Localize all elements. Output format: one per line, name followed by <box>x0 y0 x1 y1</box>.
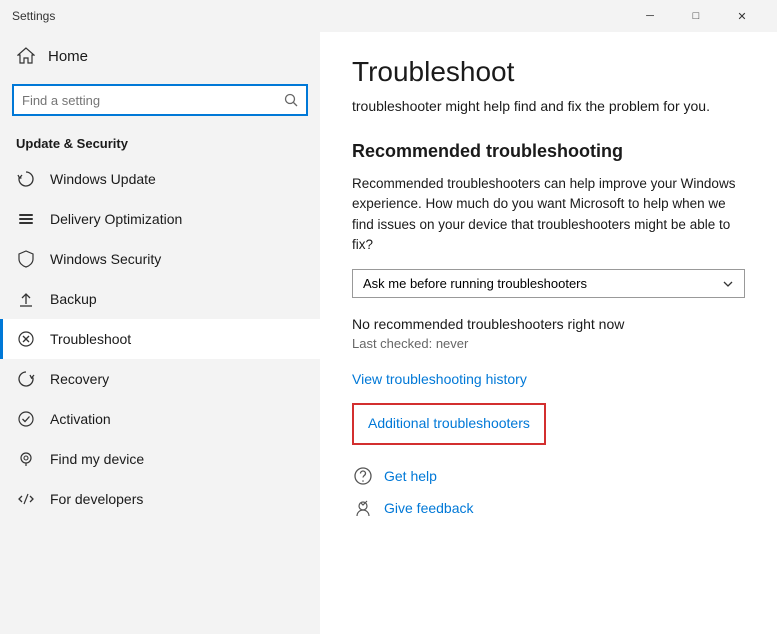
sidebar-item-for-developers[interactable]: For developers <box>0 479 320 519</box>
recovery-label: Recovery <box>50 371 109 387</box>
sidebar-item-troubleshoot[interactable]: Troubleshoot <box>0 319 320 359</box>
give-feedback-link[interactable]: Give feedback <box>384 500 474 516</box>
titlebar-controls: ─ □ ✕ <box>627 0 765 32</box>
give-feedback-item: Give feedback <box>352 497 745 519</box>
get-help-item: Get help <box>352 465 745 487</box>
sidebar: Home Update & Security Windows Update <box>0 32 320 634</box>
dropdown-value: Ask me before running troubleshooters <box>363 276 587 291</box>
main-layout: Home Update & Security Windows Update <box>0 32 777 634</box>
troubleshooter-dropdown[interactable]: Ask me before running troubleshooters <box>352 269 745 298</box>
search-box <box>12 84 308 116</box>
sidebar-item-windows-update[interactable]: Windows Update <box>0 159 320 199</box>
sidebar-item-windows-security[interactable]: Windows Security <box>0 239 320 279</box>
sidebar-item-activation[interactable]: Activation <box>0 399 320 439</box>
titlebar-title: Settings <box>12 9 627 23</box>
page-title: Troubleshoot <box>352 56 745 88</box>
get-help-icon <box>352 465 374 487</box>
backup-label: Backup <box>50 291 97 307</box>
view-history-link[interactable]: View troubleshooting history <box>352 371 745 387</box>
recovery-icon <box>16 369 36 389</box>
home-label: Home <box>48 48 88 65</box>
sidebar-item-backup[interactable]: Backup <box>0 279 320 319</box>
additional-troubleshooters-box[interactable]: Additional troubleshooters <box>352 403 546 445</box>
recommended-heading: Recommended troubleshooting <box>352 141 745 162</box>
no-recommended-text: No recommended troubleshooters right now <box>352 316 745 332</box>
home-icon <box>16 46 36 66</box>
chevron-down-icon <box>722 278 734 290</box>
backup-icon <box>16 289 36 309</box>
content-subtitle: troubleshooter might help find and fix t… <box>352 96 745 117</box>
titlebar: Settings ─ □ ✕ <box>0 0 777 32</box>
minimize-button[interactable]: ─ <box>627 0 673 32</box>
close-button[interactable]: ✕ <box>719 0 765 32</box>
activation-label: Activation <box>50 411 111 427</box>
recommended-description: Recommended troubleshooters can help imp… <box>352 174 745 255</box>
troubleshoot-icon <box>16 329 36 349</box>
sidebar-item-delivery-optimization[interactable]: Delivery Optimization <box>0 199 320 239</box>
troubleshoot-label: Troubleshoot <box>50 331 131 347</box>
search-icon <box>284 93 298 107</box>
maximize-button[interactable]: □ <box>673 0 719 32</box>
sidebar-section-title: Update & Security <box>0 128 320 159</box>
for-developers-label: For developers <box>50 491 143 507</box>
sidebar-item-find-my-device[interactable]: Find my device <box>0 439 320 479</box>
find-my-device-icon <box>16 449 36 469</box>
windows-update-label: Windows Update <box>50 171 156 187</box>
get-help-link[interactable]: Get help <box>384 468 437 484</box>
windows-security-icon <box>16 249 36 269</box>
sidebar-item-home[interactable]: Home <box>0 32 320 80</box>
delivery-optimization-label: Delivery Optimization <box>50 211 182 227</box>
last-checked-text: Last checked: never <box>352 336 745 351</box>
search-input[interactable] <box>22 93 278 108</box>
windows-update-icon <box>16 169 36 189</box>
find-my-device-label: Find my device <box>50 451 144 467</box>
activation-icon <box>16 409 36 429</box>
sidebar-item-recovery[interactable]: Recovery <box>0 359 320 399</box>
give-feedback-icon <box>352 497 374 519</box>
for-developers-icon <box>16 489 36 509</box>
delivery-optimization-icon <box>16 209 36 229</box>
content-area: Troubleshoot troubleshooter might help f… <box>320 32 777 634</box>
additional-troubleshooters-link[interactable]: Additional troubleshooters <box>368 415 530 431</box>
windows-security-label: Windows Security <box>50 251 161 267</box>
